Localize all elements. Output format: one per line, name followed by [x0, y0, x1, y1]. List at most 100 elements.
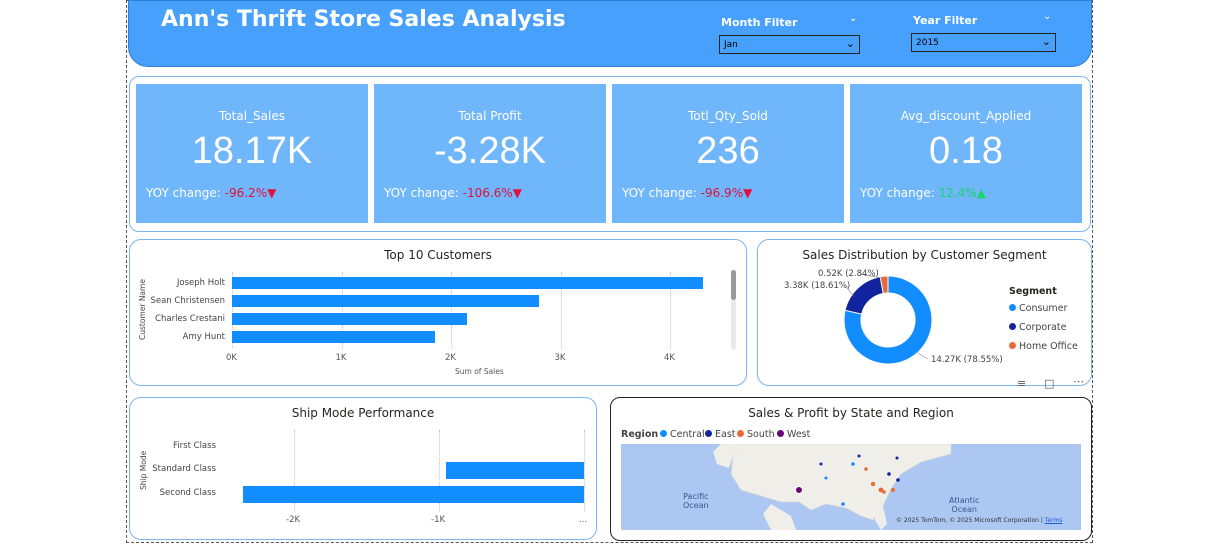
- kpi-value: 236: [696, 130, 760, 172]
- chevron-down-icon: ⌄: [1041, 35, 1051, 48]
- kpi-card-qty-sold[interactable]: Totl_Qty_Sold 236 YOY change: -96.9%▼: [612, 84, 844, 223]
- month-filter-select[interactable]: Jan ⌄: [719, 35, 860, 54]
- page-title: Ann's Thrift Store Sales Analysis: [161, 7, 566, 32]
- x-tick-label: -2K: [286, 515, 301, 525]
- legend-item-consumer[interactable]: Consumer: [1009, 303, 1067, 314]
- legend-dot-icon: [1009, 304, 1016, 311]
- kpi-title: Totl_Qty_Sold: [688, 109, 768, 123]
- header-banner: Ann's Thrift Store Sales Analysis Month …: [128, 0, 1092, 67]
- donut-slice-corporate[interactable]: [844, 276, 884, 315]
- y-tick-label: First Class: [173, 441, 216, 451]
- terms-link[interactable]: Terms: [1045, 517, 1063, 524]
- legend-label: Central: [670, 429, 705, 440]
- scrollbar[interactable]: [731, 270, 736, 350]
- chart-title: Top 10 Customers: [384, 248, 492, 262]
- legend-item-south[interactable]: South: [737, 429, 775, 440]
- kpi-title: Avg_discount_Applied: [900, 109, 1032, 123]
- legend-dot-icon: [1009, 323, 1016, 330]
- map-card[interactable]: Sales & Profit by State and Region Regio…: [610, 397, 1092, 541]
- legend-item-east[interactable]: East: [705, 429, 736, 440]
- kpi-title: Total Profit: [458, 109, 522, 123]
- x-tick-label: ...: [579, 515, 588, 525]
- legend-title: Region: [621, 429, 659, 440]
- legend-item-central[interactable]: Central: [660, 429, 705, 440]
- data-label: 14.27K (78.55%): [931, 355, 1003, 365]
- legend-label: Consumer: [1019, 303, 1068, 314]
- month-filter-label: Month Filter: [721, 16, 798, 29]
- segment-card[interactable]: Sales Distribution by Customer Segment 0…: [757, 239, 1092, 386]
- y-tick-label: Charles Crestani: [155, 314, 225, 324]
- legend-dot-icon: [660, 430, 667, 437]
- legend-label: East: [715, 429, 736, 440]
- legend-item-west[interactable]: West: [777, 429, 810, 440]
- legend-dot-icon: [777, 430, 784, 437]
- legend-label: South: [747, 429, 775, 440]
- kpi-yoy: YOY change: -106.6%▼: [384, 186, 522, 200]
- kpi-yoy-value: -96.2%: [224, 186, 268, 200]
- legend-item-home-office[interactable]: Home Office: [1009, 341, 1078, 352]
- y-tick-label: Joseph Holt: [176, 278, 225, 288]
- leader-line: [915, 351, 929, 360]
- kpi-yoy-label: YOY change:: [146, 186, 221, 200]
- kpi-yoy-value: 12.4%: [938, 186, 977, 200]
- kpi-card-total-sales[interactable]: Total_Sales 18.17K YOY change: -96.2%▼: [136, 84, 368, 223]
- kpi-yoy-label: YOY change:: [860, 186, 935, 200]
- legend-label: Home Office: [1019, 341, 1078, 352]
- map-label-pacific: Pacific Ocean: [683, 492, 709, 510]
- legend-label: West: [787, 429, 811, 440]
- kpi-value: 18.17K: [191, 130, 313, 172]
- legend-dot-icon: [705, 430, 712, 437]
- legend-label: Corporate: [1019, 322, 1067, 333]
- kpi-yoy: YOY change: 12.4%▲: [860, 186, 986, 200]
- bar[interactable]: [232, 313, 468, 325]
- data-label: 3.38K (18.61%): [784, 281, 850, 291]
- month-filter-value: Jan: [724, 40, 738, 50]
- kpi-yoy: YOY change: -96.2%▼: [146, 186, 276, 200]
- kpi-value: 0.18: [929, 130, 1003, 172]
- map-view[interactable]: Pacific Ocean Atlantic Ocean © 2025 TomT…: [621, 444, 1081, 530]
- ship-mode-card[interactable]: Ship Mode Performance Ship Mode -2K -1K..…: [129, 397, 597, 540]
- bar[interactable]: [243, 486, 584, 503]
- map-label-atlantic: Atlantic Ocean: [949, 496, 980, 514]
- chart-title: Ship Mode Performance: [291, 406, 435, 420]
- scrollbar-thumb[interactable]: [731, 270, 736, 300]
- down-arrow-icon: ▼: [512, 186, 522, 200]
- year-filter-select[interactable]: 2015 ⌄: [911, 33, 1056, 52]
- legend-dot-icon: [737, 430, 744, 437]
- x-tick-label: 0K: [226, 353, 237, 363]
- bar[interactable]: [232, 277, 703, 289]
- y-tick-label: Amy Hunt: [182, 332, 225, 342]
- kpi-yoy-label: YOY change:: [384, 186, 459, 200]
- legend-title: Segment: [1009, 286, 1057, 297]
- bar[interactable]: [232, 331, 435, 343]
- x-tick-label: 3K: [554, 353, 566, 363]
- bar[interactable]: [232, 295, 539, 307]
- y-tick-label: Standard Class: [152, 464, 216, 474]
- x-tick-label: 2K: [445, 353, 456, 363]
- filter-icon[interactable]: ≡: [1017, 377, 1026, 390]
- chart-title: Sales & Profit by State and Region: [748, 406, 954, 420]
- chevron-down-icon[interactable]: ⌄: [1043, 11, 1051, 22]
- x-tick-label: 1K: [335, 353, 347, 363]
- kpi-title: Total_Sales: [219, 109, 285, 123]
- y-tick-label: Sean Christensen: [150, 296, 225, 306]
- down-arrow-icon: ▼: [267, 186, 277, 200]
- x-tick-label: -1K: [431, 515, 446, 525]
- top-customers-card[interactable]: Top 10 Customers Customer Name Sum of Sa…: [129, 239, 747, 386]
- y-axis-title: Customer Name: [138, 279, 147, 340]
- map-attribution: © 2025 TomTom, © 2025 Microsoft Corporat…: [896, 517, 1063, 524]
- kpi-yoy-value: -106.6%: [462, 186, 513, 200]
- more-options-icon[interactable]: ⋯: [1073, 375, 1084, 388]
- legend-item-corporate[interactable]: Corporate: [1009, 322, 1067, 333]
- bar[interactable]: [446, 462, 584, 479]
- legend-dot-icon: [1009, 342, 1016, 349]
- kpi-card-avg-discount[interactable]: Avg_discount_Applied 0.18 YOY change: 12…: [850, 84, 1082, 223]
- chevron-down-icon[interactable]: ⌄: [849, 13, 857, 24]
- kpi-yoy-value: -96.9%: [700, 186, 744, 200]
- focus-mode-icon[interactable]: □: [1044, 377, 1054, 390]
- kpi-yoy-label: YOY change:: [622, 186, 697, 200]
- chevron-down-icon: ⌄: [845, 37, 855, 50]
- y-tick-label: Second Class: [159, 488, 216, 498]
- up-arrow-icon: ▲: [976, 186, 986, 200]
- kpi-card-total-profit[interactable]: Total Profit -3.28K YOY change: -106.6%▼: [374, 84, 606, 223]
